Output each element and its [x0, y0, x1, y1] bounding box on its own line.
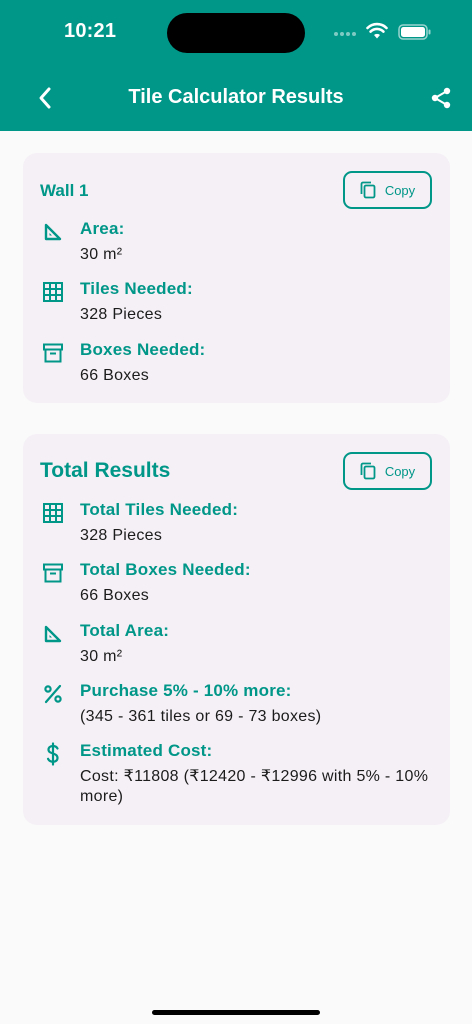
total-tiles-label: Total Tiles Needed: — [80, 500, 239, 519]
page-title: Tile Calculator Results — [128, 86, 344, 108]
dynamic-island — [167, 13, 305, 53]
total-card-title: Total Results — [40, 459, 171, 482]
archive-box-icon — [40, 560, 66, 586]
grid-icon — [40, 279, 66, 305]
set-square-icon — [40, 219, 66, 245]
total-area-value: 30 m² — [80, 648, 123, 665]
archive-box-icon — [40, 340, 66, 366]
total-tiles-value: 328 Pieces — [80, 527, 163, 544]
purchase-extra-value: (345 - 361 tiles or 69 - 73 boxes) — [80, 708, 322, 725]
wall-boxes-value: 66 Boxes — [80, 367, 150, 384]
share-icon — [431, 87, 451, 109]
estimated-cost-value: Cost: ₹11808 (₹12420 - ₹12996 with 5% - … — [80, 768, 429, 805]
purchase-extra-label: Purchase 5% - 10% more: — [80, 681, 292, 700]
wall-area-value: 30 m² — [80, 246, 123, 263]
wall-boxes-label: Boxes Needed: — [80, 340, 206, 359]
percent-icon — [40, 681, 66, 707]
total-area-label: Total Area: — [80, 621, 170, 640]
app-bar: 10:21 Tile Calculator Results — [0, 0, 472, 131]
total-copy-label: Copy — [384, 463, 416, 479]
status-time: 10:21 — [64, 20, 117, 42]
wifi-icon — [366, 22, 388, 39]
total-card: Total Results Copy Total Tiles Needed: 3… — [23, 434, 450, 825]
copy-icon — [360, 181, 376, 199]
wall-tiles-value: 328 Pieces — [80, 306, 163, 323]
dollar-icon — [40, 741, 66, 767]
wall-copy-label: Copy — [384, 182, 416, 198]
wall-card: Wall 1 Copy Area: 30 m² Tiles Needed: 32… — [23, 153, 450, 403]
copy-icon — [360, 462, 376, 480]
cellular-signal-icon — [334, 32, 356, 36]
wall-copy-button[interactable]: Copy — [343, 171, 432, 209]
total-boxes-value: 66 Boxes — [80, 587, 150, 604]
estimated-cost-label: Estimated Cost: — [80, 741, 213, 760]
battery-icon — [398, 24, 431, 40]
share-button[interactable] — [426, 83, 456, 113]
grid-icon — [40, 500, 66, 526]
total-copy-button[interactable]: Copy — [343, 452, 432, 490]
wall-tiles-label: Tiles Needed: — [80, 279, 193, 298]
wall-area-label: Area: — [80, 219, 125, 238]
wall-card-title: Wall 1 — [40, 181, 89, 200]
set-square-icon — [40, 621, 66, 647]
total-boxes-label: Total Boxes Needed: — [80, 560, 251, 579]
home-indicator[interactable] — [152, 1010, 320, 1015]
